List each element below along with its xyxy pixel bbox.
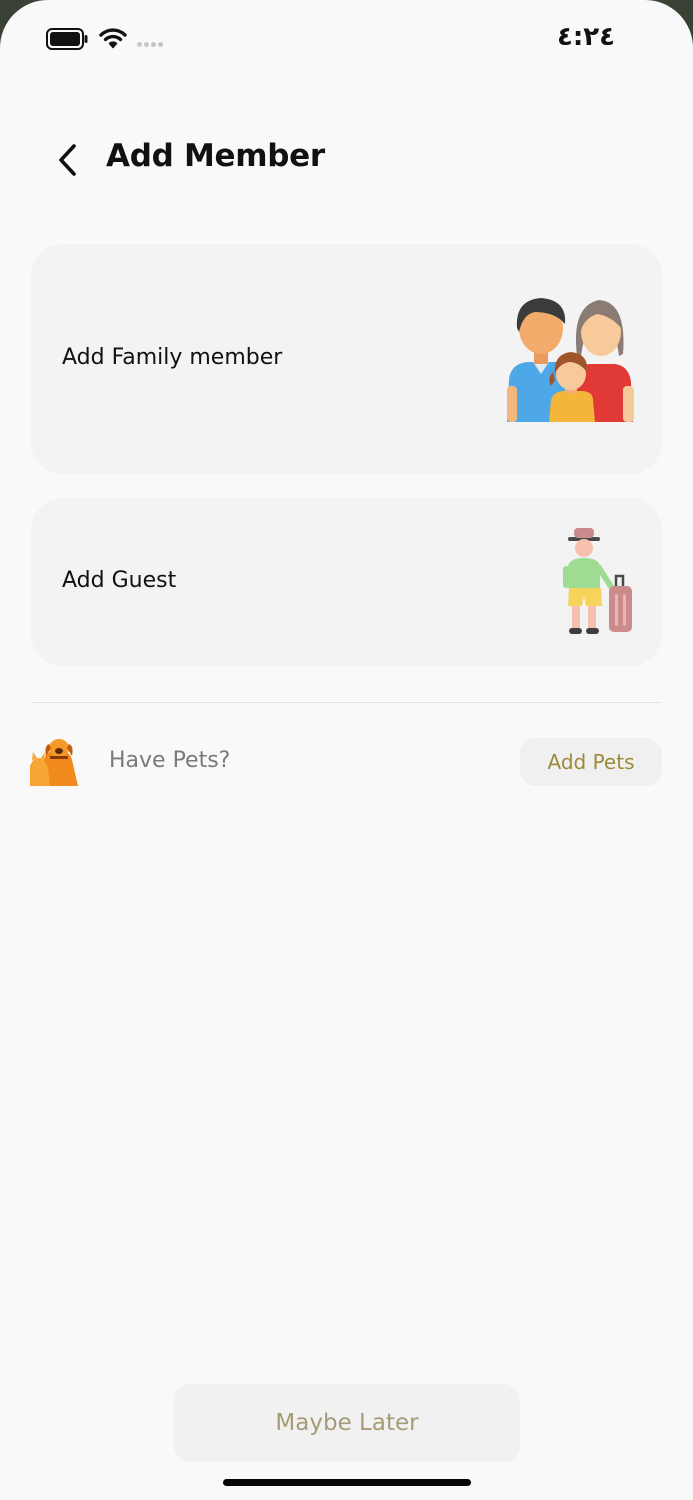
signal-dots-icon <box>137 42 165 48</box>
maybe-later-button[interactable]: Maybe Later <box>174 1384 520 1462</box>
status-bar: ٤:٢٤ <box>0 0 693 80</box>
add-pets-button[interactable]: Add Pets <box>520 738 662 786</box>
home-indicator <box>223 1479 471 1486</box>
family-illustration <box>507 298 634 422</box>
page-title: Add Member <box>106 138 325 174</box>
add-guest-label: Add Guest <box>62 568 177 593</box>
have-pets-question: Have Pets? <box>109 748 231 773</box>
divider <box>31 702 662 703</box>
battery-full-icon <box>46 28 88 50</box>
status-time: ٤:٢٤ <box>556 22 615 52</box>
add-family-member-label: Add Family member <box>62 345 283 370</box>
chevron-left-icon[interactable] <box>52 140 84 180</box>
screen: ٤:٢٤ Add Member Add Family member Add Gu… <box>0 0 693 1500</box>
add-guest-card[interactable]: Add Guest <box>31 498 662 666</box>
pets-illustration <box>30 739 78 786</box>
traveler-with-suitcase-illustration <box>563 528 632 634</box>
wifi-icon <box>99 28 127 49</box>
add-family-member-card[interactable]: Add Family member <box>31 244 662 474</box>
